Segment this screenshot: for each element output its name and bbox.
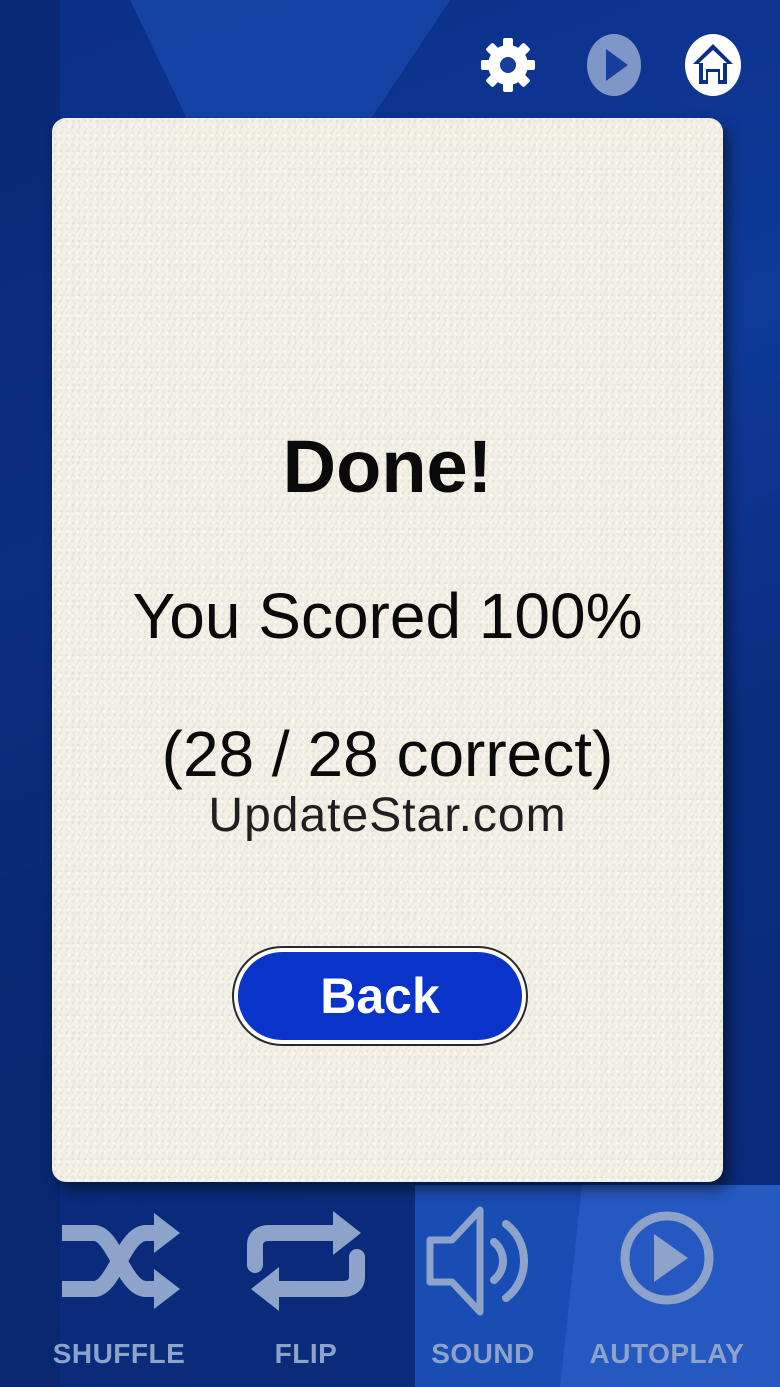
autoplay-icon	[620, 1211, 714, 1305]
background-shade-left	[0, 0, 60, 1387]
play-button[interactable]	[584, 32, 644, 98]
score-text: You Scored 100%	[132, 580, 643, 652]
flip-icon	[247, 1211, 365, 1311]
play-circle-icon	[587, 34, 641, 96]
flip-button[interactable]: FLIP	[231, 1196, 381, 1376]
gear-icon	[481, 38, 535, 92]
background-facet-top	[130, 0, 450, 120]
settings-button[interactable]	[478, 32, 538, 98]
back-button-label: Back	[238, 952, 522, 1040]
shuffle-label: SHUFFLE	[52, 1338, 186, 1369]
shuffle-icon	[62, 1213, 180, 1309]
result-card: Done! You Scored 100% (28 / 28 correct) …	[52, 118, 723, 1182]
correct-count-text: (28 / 28 correct)	[161, 718, 614, 790]
sound-label: SOUND	[431, 1338, 535, 1369]
speaker-icon	[426, 1206, 528, 1316]
back-button[interactable]: Back	[232, 946, 528, 1046]
sound-button[interactable]: SOUND	[408, 1196, 558, 1376]
autoplay-label: AUTOPLAY	[589, 1338, 745, 1369]
autoplay-button[interactable]: AUTOPLAY	[589, 1196, 745, 1376]
result-title: Done!	[282, 425, 493, 508]
watermark-text: UpdateStar.com	[208, 789, 567, 842]
shuffle-button[interactable]: SHUFFLE	[44, 1196, 194, 1376]
home-button[interactable]	[683, 32, 743, 98]
home-icon	[685, 34, 741, 96]
flip-label: FLIP	[274, 1338, 338, 1369]
